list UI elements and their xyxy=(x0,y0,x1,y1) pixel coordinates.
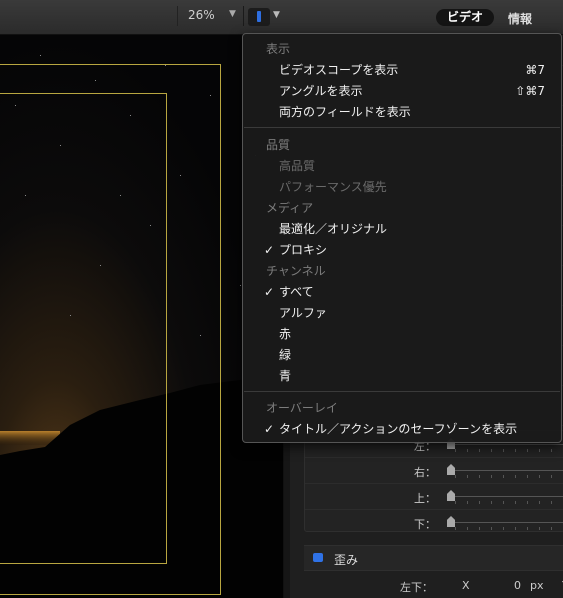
slider-ticks xyxy=(455,527,563,530)
menu-item-label: アルファ xyxy=(279,306,327,320)
view-options-button[interactable] xyxy=(248,8,270,26)
menu-item-show-video-scopes[interactable]: ビデオスコープを表示 ⌘7 xyxy=(243,60,561,81)
menu-shortcut: ⇧⌘7 xyxy=(515,84,545,98)
menu-header-media-label: メディア xyxy=(266,201,314,215)
menu-shortcut: ⌘7 xyxy=(525,63,545,77)
title-safe-zone xyxy=(0,93,167,564)
menu-separator xyxy=(244,127,560,128)
checkmark-icon: ✓ xyxy=(264,285,275,299)
menu-item-label: 両方のフィールドを表示 xyxy=(279,105,411,119)
menu-item-high-quality: 高品質 xyxy=(243,156,561,177)
distort-enable-checkbox[interactable] xyxy=(313,553,323,562)
distort-label: 歪み xyxy=(334,553,359,567)
menu-item-label: 緑 xyxy=(279,348,292,362)
menu-header-overlay: オーバーレイ xyxy=(243,398,561,419)
toolbar-divider xyxy=(177,6,178,26)
crop-right-slider-track[interactable] xyxy=(450,470,563,471)
menu-item-proxy[interactable]: ✓ プロキシ xyxy=(243,240,561,261)
tab-video[interactable]: ビデオ xyxy=(436,9,494,26)
zoom-level[interactable]: 26% xyxy=(188,8,215,22)
crop-top-slider-track[interactable] xyxy=(450,496,563,497)
zoom-dropdown-icon[interactable]: ▼ xyxy=(229,9,236,19)
inspector-tabs: ビデオ 情報 xyxy=(290,0,563,35)
crop-right-label: 右： xyxy=(414,466,436,479)
menu-header-quality-label: 品質 xyxy=(266,138,291,152)
crop-bottom-label: 下： xyxy=(414,518,436,531)
viewer-toolbar: 26% ▼ ▼ xyxy=(0,0,290,35)
slider-ticks xyxy=(455,501,563,504)
crop-bottom-row: 下： xyxy=(305,509,563,535)
menu-item-label: アングルを表示 xyxy=(279,84,363,98)
menu-item-optimized-original[interactable]: 最適化／オリジナル xyxy=(243,219,561,240)
menu-item-label: 青 xyxy=(279,369,292,383)
menu-header-media: メディア xyxy=(243,198,561,219)
distort-lower-left-row: 左下： X 0 px Y xyxy=(304,574,563,598)
menu-header-display-label: 表示 xyxy=(266,42,291,56)
menu-item-label: 赤 xyxy=(279,327,292,341)
crop-parameters: 左： 右： 上： 下： xyxy=(304,430,563,532)
menu-header-quality: 品質 xyxy=(243,135,561,156)
checkmark-icon: ✓ xyxy=(264,243,275,257)
slider-ticks xyxy=(455,475,563,478)
menu-header-display: 表示 xyxy=(243,39,561,60)
menu-item-alpha[interactable]: アルファ xyxy=(243,303,561,324)
menu-separator xyxy=(244,391,560,392)
view-options-menu: 表示 ビデオスコープを表示 ⌘7 アングルを表示 ⇧⌘7 両方のフィールドを表示… xyxy=(242,33,562,443)
distort-section-header[interactable]: 歪み xyxy=(304,545,563,571)
crop-left-slider-track[interactable] xyxy=(450,444,563,445)
menu-item-title-action-safe[interactable]: ✓ タイトル／アクションのセーフゾーンを表示 xyxy=(243,419,561,440)
lower-left-label: 左下： xyxy=(400,581,433,594)
x-label: X xyxy=(462,579,470,592)
crop-top-slider-thumb[interactable] xyxy=(447,490,455,501)
view-options-icon xyxy=(257,11,261,22)
menu-item-show-both-fields[interactable]: 両方のフィールドを表示 xyxy=(243,102,561,123)
crop-right-row: 右： xyxy=(305,457,563,484)
menu-item-red[interactable]: 赤 xyxy=(243,324,561,345)
menu-item-label: タイトル／アクションのセーフゾーンを表示 xyxy=(279,422,518,436)
menu-item-label: 最適化／オリジナル xyxy=(279,222,388,236)
crop-bottom-slider-track[interactable] xyxy=(450,522,563,523)
x-value-field[interactable]: 0 xyxy=(514,579,521,592)
crop-top-row: 上： xyxy=(305,483,563,510)
menu-item-green[interactable]: 緑 xyxy=(243,345,561,366)
view-options-dropdown-icon[interactable]: ▼ xyxy=(273,10,280,20)
menu-item-blue[interactable]: 青 xyxy=(243,366,561,387)
menu-item-label: ビデオスコープを表示 xyxy=(279,63,399,77)
menu-item-all[interactable]: ✓ すべて xyxy=(243,282,561,303)
x-unit: px xyxy=(530,579,544,592)
viewer-canvas[interactable] xyxy=(0,35,283,598)
menu-item-label: すべて xyxy=(279,285,314,299)
menu-item-label: プロキシ xyxy=(279,243,328,257)
menu-item-show-angles[interactable]: アングルを表示 ⇧⌘7 xyxy=(243,81,561,102)
crop-bottom-slider-thumb[interactable] xyxy=(447,516,455,527)
checkmark-icon: ✓ xyxy=(264,422,275,436)
toolbar-separator xyxy=(243,6,244,26)
menu-item-label: 高品質 xyxy=(279,159,316,173)
crop-right-slider-thumb[interactable] xyxy=(447,464,455,475)
crop-top-label: 上： xyxy=(414,492,436,505)
menu-item-label: パフォーマンス優先 xyxy=(279,180,387,194)
tab-info[interactable]: 情報 xyxy=(508,10,532,27)
menu-header-overlay-label: オーバーレイ xyxy=(266,401,338,415)
menu-header-channels-label: チャンネル xyxy=(266,264,326,278)
menu-header-channels: チャンネル xyxy=(243,261,561,282)
menu-item-better-performance: パフォーマンス優先 xyxy=(243,177,561,198)
slider-ticks xyxy=(455,449,563,452)
